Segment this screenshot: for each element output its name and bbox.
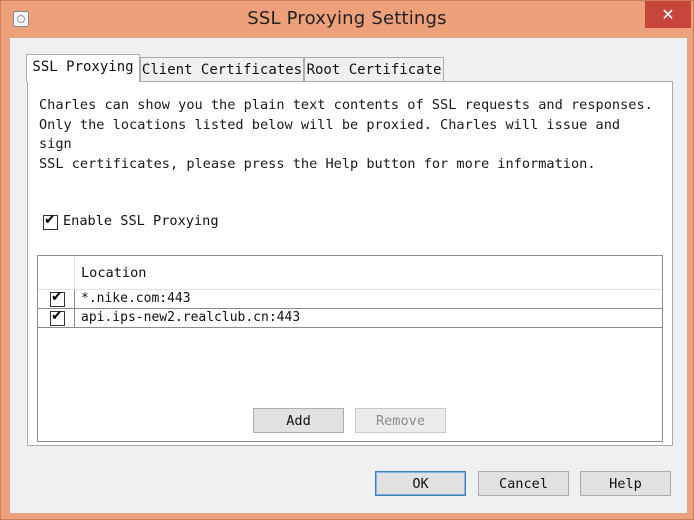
enable-ssl-proxying-label[interactable]: Enable SSL Proxying xyxy=(63,213,219,229)
close-icon: ✕ xyxy=(661,5,675,24)
add-button[interactable]: Add xyxy=(253,408,344,433)
table-row[interactable]: *.nike.com:443 xyxy=(38,289,662,309)
tab-client-certificates[interactable]: Client Certificates xyxy=(140,57,304,82)
window-title: SSL Proxying Settings xyxy=(247,8,447,29)
enable-ssl-proxying-checkbox[interactable] xyxy=(43,212,58,230)
tab-ssl-proxying[interactable]: SSL Proxying xyxy=(26,54,140,82)
description-line: Only the locations listed below will be … xyxy=(39,116,621,153)
tab-label: Root Certificate xyxy=(306,62,442,78)
tab-panel: Charles can show you the plain text cont… xyxy=(27,81,673,446)
locations-table[interactable]: Location *.nike.com:443 api.ips-new2.rea… xyxy=(37,255,663,442)
row-check-cell xyxy=(38,308,75,327)
row-enabled-checkbox[interactable] xyxy=(50,308,65,326)
column-header-label: Location xyxy=(81,265,147,281)
ok-button[interactable]: OK xyxy=(375,471,466,496)
row-enabled-checkbox[interactable] xyxy=(50,289,65,307)
tab-label: SSL Proxying xyxy=(32,59,134,75)
description-line: Charles can show you the plain text cont… xyxy=(39,97,653,113)
tab-label: Client Certificates xyxy=(141,62,303,78)
dialog-body: SSL Proxying Client Certificates Root Ce… xyxy=(9,37,688,514)
help-button[interactable]: Help xyxy=(580,471,671,496)
row-location: api.ips-new2.realclub.cn:443 xyxy=(81,310,301,325)
cancel-button[interactable]: Cancel xyxy=(478,471,569,496)
remove-button[interactable]: Remove xyxy=(355,408,446,433)
description-line: SSL certificates, please press the Help … xyxy=(39,155,596,172)
table-row[interactable]: api.ips-new2.realclub.cn:443 xyxy=(38,308,662,328)
column-header-enabled[interactable] xyxy=(38,256,75,290)
tab-root-certificate[interactable]: Root Certificate xyxy=(304,57,444,82)
title-bar[interactable]: SSL Proxying Settings ✕ xyxy=(1,1,693,37)
dialog-window: SSL Proxying Settings ✕ SSL Proxying Cli… xyxy=(0,0,694,520)
row-check-cell xyxy=(38,289,75,308)
column-header-location[interactable]: Location xyxy=(75,256,662,290)
description-text: Charles can show you the plain text cont… xyxy=(39,96,659,174)
close-button[interactable]: ✕ xyxy=(645,1,691,28)
row-location: *.nike.com:443 xyxy=(81,291,191,306)
